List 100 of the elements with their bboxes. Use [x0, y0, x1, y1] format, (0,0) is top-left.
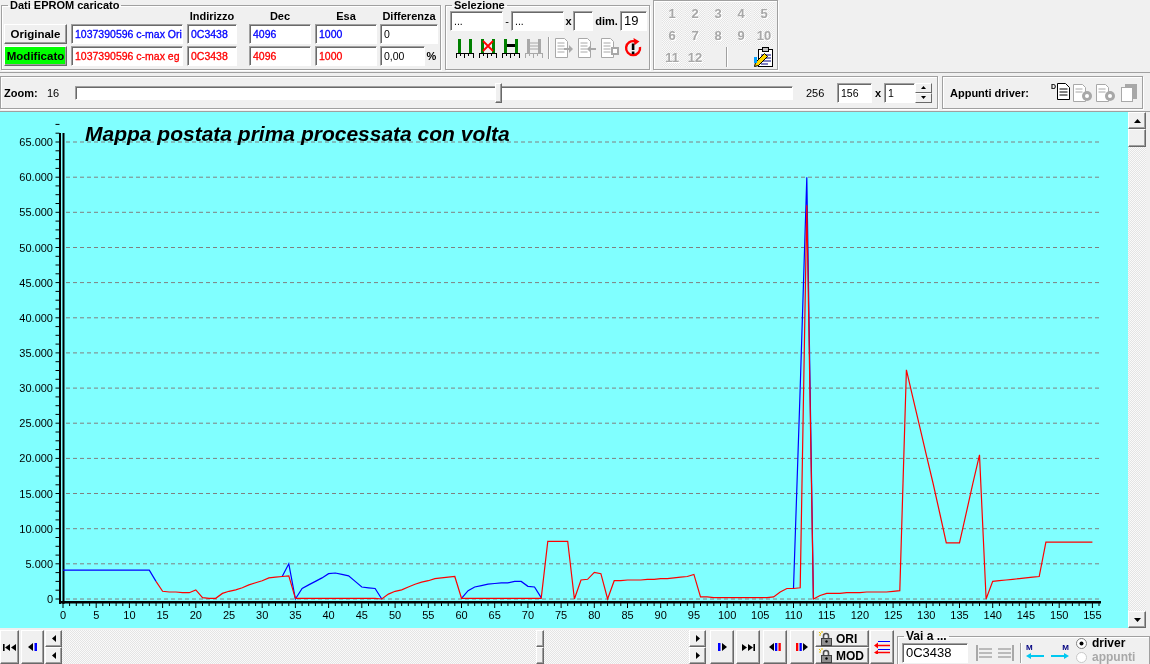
bars-icon[interactable]	[456, 38, 474, 58]
dim-field[interactable]: 19	[620, 11, 647, 31]
skip-back-icon	[3, 643, 16, 651]
move-button[interactable]: M	[1049, 643, 1069, 663]
radio-icon[interactable]	[1076, 637, 1087, 649]
x-tick-label: 35	[289, 609, 302, 621]
column-header: Indirizzo	[188, 11, 236, 22]
y-tick-label: 20.000	[19, 452, 53, 465]
hex-field[interactable]: 1000	[315, 24, 377, 44]
slider-thumb[interactable]	[494, 82, 502, 103]
column-header: Dec	[268, 11, 292, 22]
zoom-slider[interactable]	[75, 82, 793, 103]
scroll-thumb[interactable]	[536, 630, 544, 647]
address-field[interactable]: 0C3438	[902, 643, 968, 663]
zoom-field[interactable]: 156	[837, 82, 872, 103]
previous-button[interactable]	[21, 630, 44, 664]
scroll-left-button[interactable]	[45, 647, 62, 664]
y-tick-label: 60.000	[19, 171, 53, 184]
up-arrow-icon	[921, 86, 926, 89]
from-field[interactable]: ...	[450, 11, 503, 31]
circular-arrow-icon[interactable]	[624, 38, 642, 58]
y-tick-label: 35.000	[19, 346, 53, 359]
forward-button[interactable]	[790, 630, 814, 664]
factor-field[interactable]: 1	[884, 82, 915, 103]
address-field[interactable]: 0C3438	[187, 24, 237, 44]
step-back-bars-icon	[769, 643, 781, 651]
move-button[interactable]: M	[1026, 643, 1046, 663]
column-header: Esa	[335, 11, 357, 22]
left-arrow-icon	[51, 652, 56, 659]
next-button[interactable]	[710, 630, 734, 664]
dec-field[interactable]: 4096	[249, 24, 311, 44]
lock-button[interactable]: MOD	[815, 647, 869, 664]
y-tick-label: 0	[46, 593, 53, 605]
scroll-down-button[interactable]	[1128, 611, 1146, 628]
skip-forward-icon	[741, 643, 755, 651]
horizontal-scrollbar[interactable]	[45, 630, 706, 647]
down-arrow-icon	[921, 96, 926, 99]
count-field[interactable]	[573, 11, 593, 31]
clipboard-pencil-icon[interactable]	[754, 47, 774, 67]
x-tick-label: 20	[189, 609, 202, 621]
x-tick-label: 15	[156, 609, 169, 621]
spin-down-button[interactable]	[915, 92, 932, 103]
horizontal-scrollbar[interactable]	[45, 647, 706, 664]
padlock-icon	[819, 631, 832, 646]
x-tick-label: 25	[222, 609, 236, 621]
percent-label: %	[425, 50, 438, 62]
x-tick-label: 115	[817, 609, 836, 621]
step-back-icon	[28, 643, 37, 651]
left-arrow-icon	[51, 635, 56, 642]
hex-field[interactable]: 1000	[315, 46, 377, 66]
row-button[interactable]: Originale	[4, 24, 67, 44]
x-tick-label: 130	[917, 609, 936, 621]
group-title: Dati EPROM caricato	[9, 0, 121, 11]
lock-button[interactable]: ORI	[815, 630, 869, 647]
lines-arrow-button[interactable]	[870, 630, 894, 664]
vertical-scrollbar[interactable]	[1128, 112, 1146, 628]
x-tick-label: 75	[554, 609, 568, 621]
zoom-label: Zoom:	[3, 86, 39, 99]
x-tick-label: 50	[389, 609, 402, 621]
row-button[interactable]: Modificato	[4, 46, 67, 66]
radio-option[interactable]: driver	[1076, 636, 1136, 650]
x-tick-label: 30	[256, 609, 269, 621]
column-header: Differenza	[381, 11, 437, 22]
min-label: 16	[47, 86, 61, 99]
address-field[interactable]: 0C3438	[187, 46, 237, 66]
to-field[interactable]: ...	[511, 11, 564, 31]
x-tick-label: 120	[850, 609, 870, 621]
first-button[interactable]	[0, 630, 19, 664]
times-label: x	[564, 15, 573, 27]
back-button[interactable]	[763, 630, 787, 664]
scroll-up-button[interactable]	[1128, 112, 1146, 129]
x-tick-label: 95	[687, 609, 701, 621]
y-tick-label: 5.000	[25, 557, 53, 570]
y-tick-label: 65.000	[19, 136, 53, 148]
right-arrow-icon	[695, 652, 700, 659]
left-arrow-icon	[1026, 653, 1044, 659]
clipboard-label: Appunti driver:	[950, 86, 1029, 99]
dec-field[interactable]: 4096	[249, 46, 311, 66]
difference-field[interactable]: 0,00	[380, 46, 425, 66]
bars-cross-icon[interactable]	[479, 38, 497, 58]
down-arrow-icon	[1133, 617, 1141, 622]
x-tick-label: 145	[1016, 609, 1036, 621]
x-tick-label: 80	[588, 609, 601, 621]
scroll-right-button[interactable]	[689, 630, 706, 647]
name-field[interactable]: 1037390596 c-max Ori	[71, 24, 183, 44]
last-button[interactable]	[736, 630, 760, 664]
difference-field[interactable]: 0	[380, 24, 438, 44]
y-tick-label: 10.000	[19, 522, 53, 535]
lines-arrow-icon	[874, 640, 890, 654]
scroll-thumb[interactable]	[536, 647, 544, 664]
max-label: 256	[806, 86, 826, 99]
scroll-left-button[interactable]	[45, 630, 62, 647]
bars-join-icon[interactable]	[502, 38, 520, 58]
scroll-thumb[interactable]	[1128, 129, 1146, 147]
y-tick-label: 30.000	[19, 382, 53, 395]
spin-up-button[interactable]	[915, 82, 932, 93]
name-field[interactable]: 1037390596 c-max eg	[71, 46, 183, 66]
x-tick-label: 5	[93, 609, 100, 621]
scroll-right-button[interactable]	[689, 647, 706, 664]
up-arrow-icon	[1133, 118, 1141, 123]
